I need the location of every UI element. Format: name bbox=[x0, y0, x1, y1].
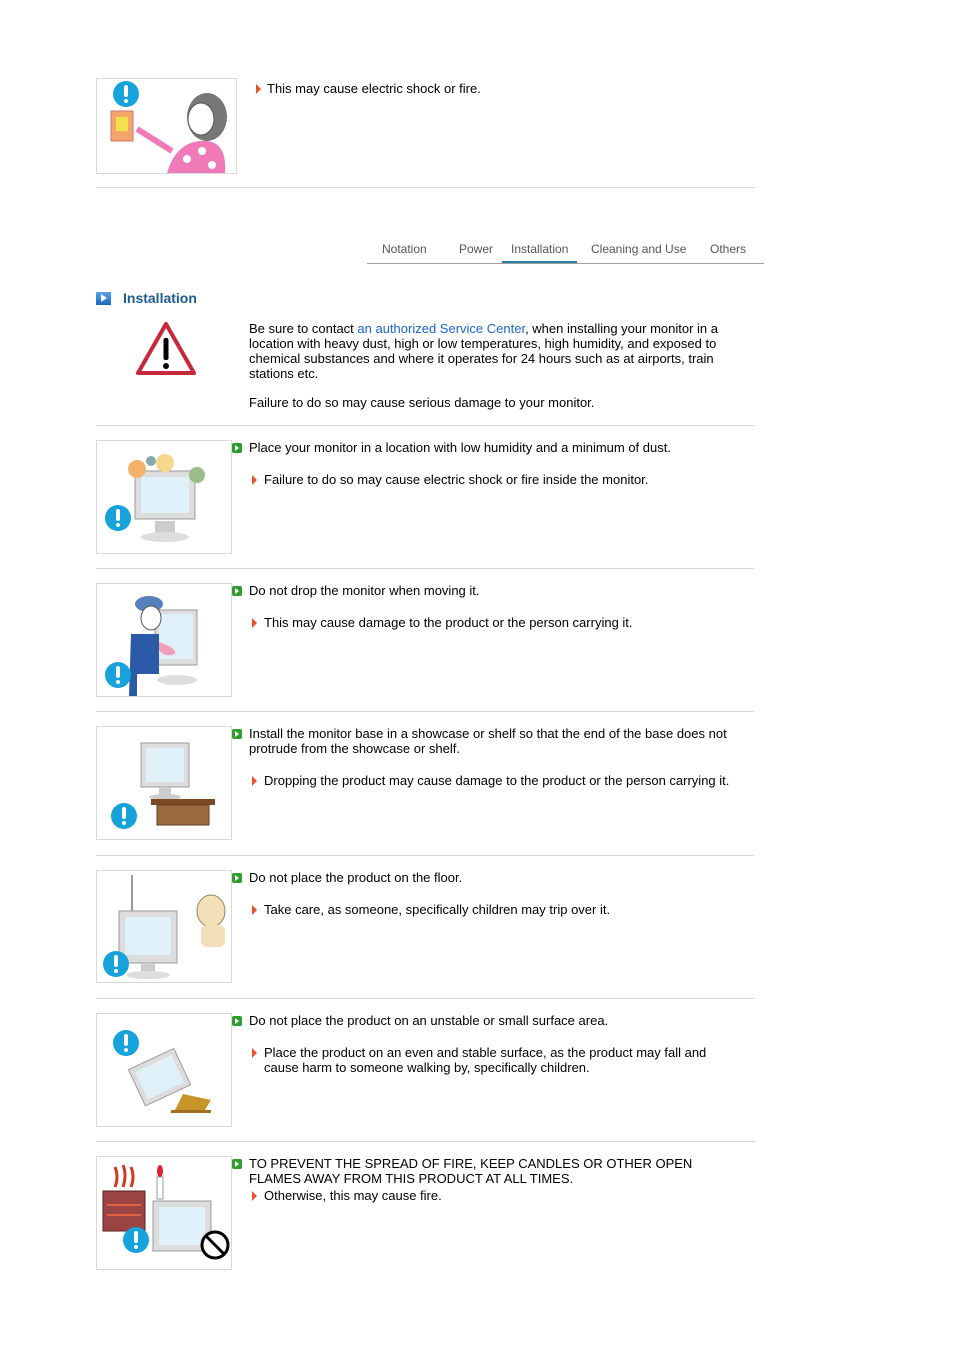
bullet-icon bbox=[232, 1016, 242, 1026]
item-main-text: Do not drop the monitor when moving it. bbox=[249, 583, 480, 598]
arrow-icon bbox=[252, 475, 257, 485]
intro-paragraph: Be sure to contact an authorized Service… bbox=[249, 321, 718, 381]
bullet-icon bbox=[232, 443, 242, 453]
item-main-text: TO PREVENT THE SPREAD OF FIRE, KEEP CAND… bbox=[249, 1156, 693, 1186]
falling-drawing bbox=[127, 1047, 211, 1113]
bullet-icon bbox=[232, 729, 242, 739]
person-carrying-monitor-illustration bbox=[96, 583, 232, 697]
item-note: Otherwise, this may cause fire. bbox=[252, 1188, 744, 1203]
arrow-icon bbox=[252, 1048, 257, 1058]
fire-drawing bbox=[102, 1164, 230, 1260]
caution-icon bbox=[103, 951, 129, 977]
monitor-on-floor-child-illustration bbox=[96, 870, 232, 983]
candle-heater-monitor-illustration bbox=[96, 1156, 232, 1270]
divider bbox=[96, 711, 755, 712]
caution-icon bbox=[105, 505, 131, 531]
divider bbox=[96, 1141, 755, 1142]
arrow-icon bbox=[252, 618, 257, 628]
caution-icon bbox=[123, 1227, 149, 1253]
item-main-text: Install the monitor base in a showcase o… bbox=[249, 726, 727, 756]
item-main-text: Place your monitor in a location with lo… bbox=[249, 440, 671, 455]
dusty-monitor-illustration bbox=[96, 440, 232, 554]
item-note: Failure to do so may cause electric shoc… bbox=[252, 472, 744, 487]
arrow-icon bbox=[256, 84, 261, 94]
tab-others[interactable]: Others bbox=[710, 242, 746, 256]
bullet-icon bbox=[232, 586, 242, 596]
item-main-text: Do not place the product on an unstable … bbox=[249, 1013, 609, 1028]
item-note: Dropping the product may cause damage to… bbox=[252, 773, 744, 788]
falling-monitor-illustration bbox=[96, 1013, 232, 1127]
section-play-icon bbox=[96, 292, 111, 305]
warning-triangle-icon bbox=[136, 322, 196, 375]
bullet-icon bbox=[232, 873, 242, 883]
bullet-icon bbox=[232, 1159, 242, 1169]
item-main-text: Do not place the product on the floor. bbox=[249, 870, 463, 885]
caution-icon bbox=[105, 662, 131, 688]
woman-drawing bbox=[110, 93, 227, 173]
divider bbox=[96, 425, 755, 426]
divider bbox=[96, 187, 755, 188]
top-note: This may cause electric shock or fire. bbox=[256, 81, 481, 96]
tab-notation[interactable]: Notation bbox=[382, 242, 427, 256]
caution-icon bbox=[111, 803, 137, 829]
monitor-drawing bbox=[128, 454, 205, 542]
section-title: Installation bbox=[123, 290, 197, 306]
divider bbox=[96, 855, 755, 856]
divider bbox=[96, 998, 755, 999]
woman-plug-illustration bbox=[96, 78, 237, 174]
arrow-icon bbox=[252, 1191, 257, 1201]
intro-warning: Failure to do so may cause serious damag… bbox=[249, 395, 595, 410]
item-note: Place the product on an even and stable … bbox=[252, 1045, 719, 1075]
tab-cleaning-and-use[interactable]: Cleaning and Use bbox=[591, 242, 686, 256]
item-note: Take care, as someone, specifically chil… bbox=[252, 902, 744, 917]
section-tabs: Notation Power Installation Cleaning and… bbox=[367, 238, 764, 264]
tab-installation[interactable]: Installation bbox=[502, 242, 578, 263]
tab-power[interactable]: Power bbox=[459, 242, 493, 256]
monitor-on-shelf-illustration bbox=[96, 726, 232, 840]
arrow-icon bbox=[252, 905, 257, 915]
arrow-icon bbox=[252, 776, 257, 786]
divider bbox=[96, 568, 755, 569]
item-note: This may cause damage to the product or … bbox=[252, 615, 744, 630]
service-center-link[interactable]: an authorized Service Center bbox=[357, 321, 525, 336]
